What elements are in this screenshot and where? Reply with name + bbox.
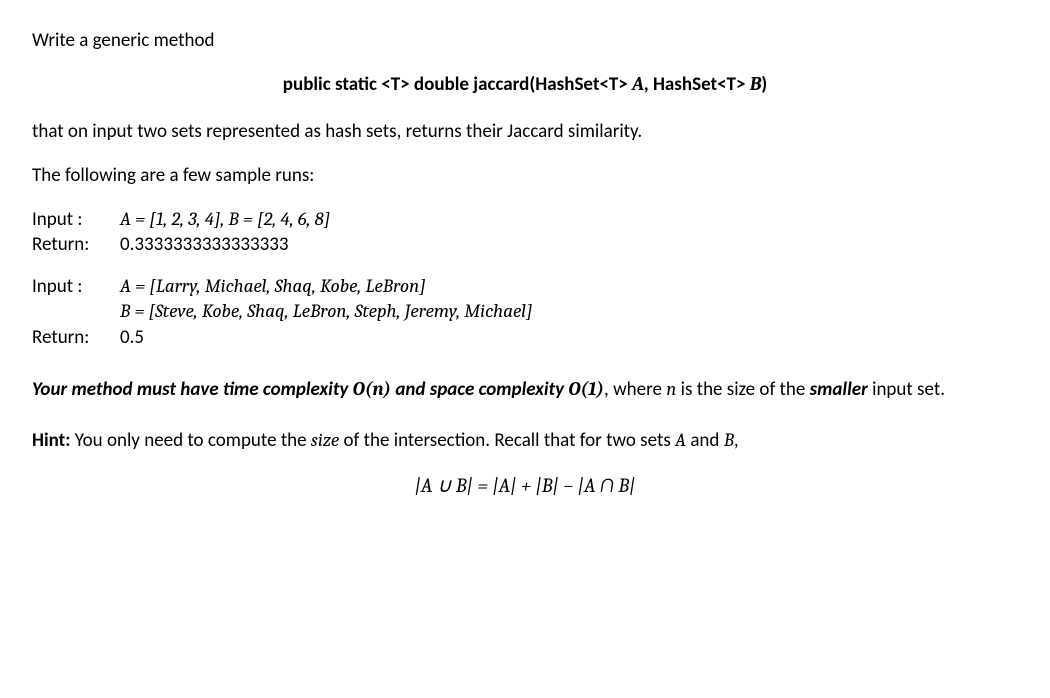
example-block: Input : A = [Larry, Michael, Shaq, Kobe,… — [32, 274, 1018, 351]
input-label: Input : — [32, 207, 102, 233]
hint-size: size — [311, 429, 339, 451]
constraint-n: n — [666, 378, 676, 400]
hint-and: and — [686, 429, 724, 452]
sig-arg-a: A — [632, 73, 644, 95]
hint-text1: You only need to compute the — [71, 429, 311, 452]
intro-text: Write a generic method — [32, 28, 1018, 54]
hint-comma: , — [734, 429, 739, 452]
constraint-mid: and space complexity — [391, 378, 568, 401]
example-return-value: 0.5 — [120, 325, 144, 351]
sig-prefix: public static <T> double jaccard(HashSet… — [283, 73, 632, 96]
return-label: Return: — [32, 232, 102, 258]
method-signature: public static <T> double jaccard(HashSet… — [32, 72, 1018, 98]
constraint-o1: O(1) — [568, 378, 604, 400]
hint-label: Hint: — [32, 429, 71, 452]
example-block: Input : A = [1, 2, 3, 4], B = [2, 4, 6, … — [32, 207, 1018, 258]
constraint-on: O(n) — [353, 378, 391, 400]
union-formula: |A ∪ B| = |A| + |B| − |A ∩ B| — [32, 472, 1018, 499]
example-return-line: Return: 0.3333333333333333 — [32, 232, 1018, 258]
example-input-line-2: B = [Steve, Kobe, Shaq, LeBron, Steph, J… — [32, 299, 1018, 325]
constraint-tail3: input set. — [868, 378, 945, 401]
example-input-line: Input : A = [Larry, Michael, Shaq, Kobe,… — [32, 274, 1018, 300]
example-input-value: B = [Steve, Kobe, Shaq, LeBron, Steph, J… — [120, 299, 532, 325]
complexity-constraint: Your method must have time complexity O(… — [32, 377, 1018, 403]
samples-intro: The following are a few sample runs: — [32, 163, 1018, 189]
example-input-line: Input : A = [1, 2, 3, 4], B = [2, 4, 6, … — [32, 207, 1018, 233]
constraint-smaller: smaller — [810, 378, 868, 401]
formula-text: |A ∪ B| = |A| + |B| − |A ∩ B| — [415, 474, 636, 497]
hint-A: A — [675, 429, 686, 451]
description-text: that on input two sets represented as ha… — [32, 119, 1018, 145]
sig-suffix: ) — [761, 73, 767, 96]
example-input-value: A = [Larry, Michael, Shaq, Kobe, LeBron] — [120, 274, 426, 300]
sig-mid: , HashSet<T> — [644, 73, 750, 96]
sig-arg-b: B — [750, 73, 762, 95]
constraint-lead: Your method must have time complexity — [32, 378, 353, 401]
input-label: Input : — [32, 274, 102, 300]
example-return-value: 0.3333333333333333 — [120, 232, 289, 258]
example-return-line: Return: 0.5 — [32, 325, 1018, 351]
hint-paragraph: Hint: You only need to compute the size … — [32, 428, 1018, 454]
hint-text2: of the intersection. Recall that for two… — [339, 429, 675, 452]
constraint-tail1: , where — [604, 378, 666, 401]
constraint-tail2: is the size of the — [676, 378, 809, 401]
hint-B: B — [724, 429, 734, 451]
return-label: Return: — [32, 325, 102, 351]
example-input-value: A = [1, 2, 3, 4], B = [2, 4, 6, 8] — [120, 207, 330, 233]
input-label-empty — [32, 299, 102, 325]
